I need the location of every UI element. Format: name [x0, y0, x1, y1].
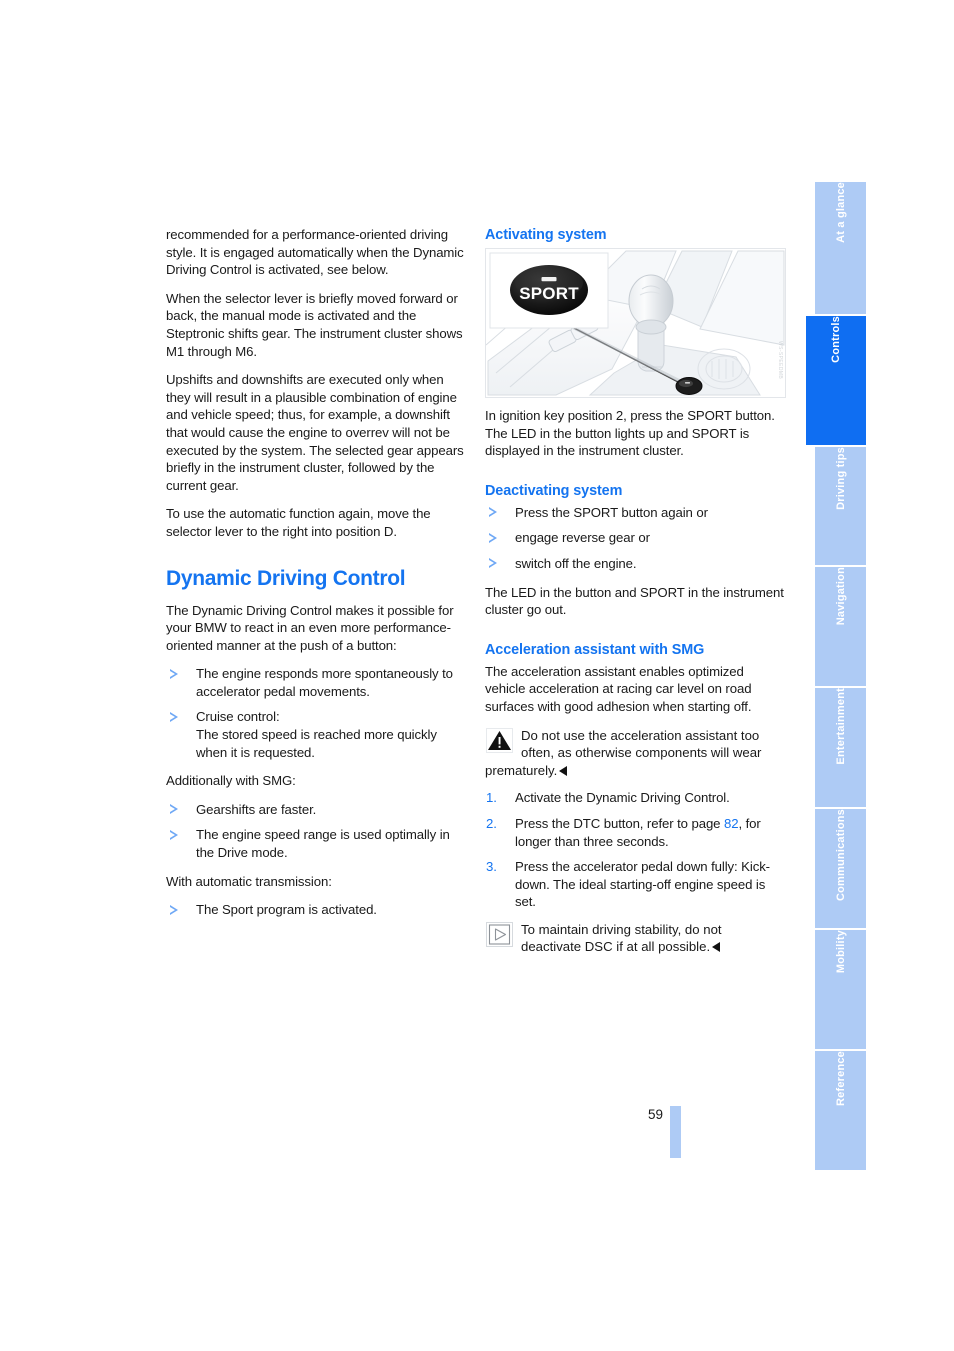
- bullet-list-smg: Gearshifts are faster. The engine speed …: [166, 801, 466, 862]
- page-footer: 59: [648, 1106, 682, 1158]
- list-item: The engine speed range is used optimally…: [166, 826, 466, 861]
- list-item-text: Gearshifts are faster.: [196, 801, 317, 817]
- figure-code: WS-SPEEDMB: [777, 340, 783, 379]
- list-item: Press the SPORT button again or: [485, 504, 785, 522]
- note-text-value: To maintain driving stability, do not de…: [521, 921, 722, 955]
- step-text: Activate the Dynamic Driving Control.: [515, 790, 730, 806]
- note-text: To maintain driving stability, do not de…: [521, 921, 785, 956]
- list-item-text: The engine responds more spontaneously t…: [196, 666, 453, 699]
- manual-page: recommended for a performance-oriented d…: [0, 0, 954, 1351]
- page-number: 59: [648, 1107, 664, 1122]
- page-reference-link[interactable]: 82: [724, 816, 739, 831]
- paragraph-upshifts: Upshifts and downshifts are executed onl…: [166, 372, 464, 493]
- list-item: The engine responds more spontaneously t…: [166, 665, 466, 700]
- triangle-bullet-icon: [170, 804, 178, 815]
- triangle-bullet-icon: [170, 711, 178, 722]
- heading-deactivating-system: Deactivating system: [485, 482, 623, 499]
- list-item: Activate the Dynamic Driving Control.: [485, 789, 785, 807]
- paragraph-deactivating-closing: The LED in the button and SPORT in the i…: [485, 584, 784, 618]
- tab-label: Reference: [834, 1051, 847, 1106]
- sidebar-tab-controls[interactable]: Controls: [806, 316, 866, 447]
- list-item-text: engage reverse gear or: [515, 530, 650, 546]
- paragraph-activate-step1: In ignition key position 2, press the SP…: [485, 408, 775, 423]
- triangle-bullet-icon: [489, 532, 497, 543]
- list-item: switch off the engine.: [485, 555, 785, 573]
- note-callout: To maintain driving stability, do not de…: [485, 921, 785, 956]
- sidebar-tab-entertainment[interactable]: Entertainment: [815, 688, 866, 809]
- warning-tail-text: prematurely.: [485, 762, 558, 778]
- list-item-text: switch off the engine.: [515, 555, 637, 571]
- list-item: The Sport program is activated.: [166, 901, 466, 919]
- sport-button-callout: SPORT: [489, 252, 609, 329]
- page-title: Dynamic Driving Control: [166, 566, 406, 590]
- step-text: Press the accelerator pedal down fully: …: [515, 859, 770, 910]
- list-item: Press the DTC button, refer to page 82, …: [485, 815, 785, 850]
- sidebar-tab-reference[interactable]: Reference: [815, 1051, 866, 1170]
- sidebar-tab-communications[interactable]: Communications: [815, 809, 866, 930]
- triangle-bullet-icon: [489, 507, 497, 518]
- paragraph-acceleration-intro: The acceleration assistant enables optim…: [485, 663, 752, 714]
- end-marker-icon: [712, 942, 721, 953]
- paragraph-continuation: recommended for a performance-oriented d…: [166, 227, 464, 278]
- chapter-index-tabs: At a glance Controls Driving tips Naviga…: [806, 182, 866, 1170]
- console-illustration: SPORT: [486, 249, 785, 397]
- warning-tail: prematurely.: [485, 762, 785, 780]
- sidebar-tab-driving-tips[interactable]: Driving tips: [815, 447, 866, 567]
- paragraph-auto-lead: With automatic transmission:: [166, 873, 332, 889]
- bullet-list-main: The engine responds more spontaneously t…: [166, 665, 466, 761]
- heading-activating-system: Activating system: [485, 227, 607, 243]
- sidebar-tab-mobility[interactable]: Mobility: [815, 930, 866, 1051]
- list-item: engage reverse gear or: [485, 529, 785, 547]
- paragraph-automatic-function: To use the automatic function again, mov…: [166, 506, 431, 539]
- warning-text: Do not use the acceleration assistant to…: [521, 727, 762, 761]
- list-item-text: The Sport program is activated.: [196, 902, 377, 918]
- sport-button-label: SPORT: [519, 284, 579, 303]
- figure-sport-button-console: SPORT WS-SPEEDMB: [485, 248, 786, 398]
- tab-label: Communications: [834, 809, 847, 902]
- sidebar-tab-at-a-glance[interactable]: At a glance: [815, 182, 866, 316]
- list-item-text: The engine speed range is used optimally…: [196, 827, 450, 861]
- list-item-text: Cruise control: The stored speed is reac…: [196, 709, 437, 760]
- paragraph-ddc-intro: The Dynamic Driving Control makes it pos…: [166, 602, 454, 653]
- list-item: Cruise control: The stored speed is reac…: [166, 708, 466, 761]
- right-column: Activating system SPORT WS-SPEEDMB In ig…: [485, 226, 786, 966]
- end-marker-icon: [559, 765, 568, 776]
- paragraph-smg-lead: Additionally with SMG:: [166, 773, 296, 789]
- list-item: Gearshifts are faster.: [166, 801, 466, 819]
- triangle-bullet-icon: [170, 829, 178, 840]
- list-item: Press the accelerator pedal down fully: …: [485, 858, 785, 911]
- paragraph-activate-step2: The LED in the button lights up and SPOR…: [485, 425, 750, 459]
- tab-label: Driving tips: [834, 447, 847, 510]
- page-number-bar: [670, 1106, 682, 1158]
- sidebar-tab-navigation[interactable]: Navigation: [815, 567, 866, 688]
- warning-triangle-icon: [486, 727, 513, 753]
- left-column: recommended for a performance-oriented d…: [166, 226, 466, 930]
- paragraph-selector-lever: When the selector lever is briefly moved…: [166, 290, 463, 359]
- warning-callout: Do not use the acceleration assistant to…: [485, 727, 785, 780]
- bullet-list-deactivating: Press the SPORT button again or engage r…: [485, 504, 785, 573]
- tab-label: At a glance: [834, 182, 847, 243]
- tab-label: Controls: [830, 316, 842, 363]
- triangle-bullet-icon: [170, 668, 178, 679]
- tab-label: Entertainment: [834, 688, 847, 765]
- heading-acceleration-assistant: Acceleration assistant with SMG: [485, 641, 705, 658]
- tab-label: Mobility: [834, 930, 847, 974]
- step-text-pre: Press the DTC button, refer to page: [515, 815, 724, 831]
- bullet-list-auto: The Sport program is activated.: [166, 901, 466, 919]
- list-item-text: Press the SPORT button again or: [515, 504, 708, 520]
- numbered-steps: Activate the Dynamic Driving Control. Pr…: [485, 789, 785, 911]
- triangle-bullet-icon: [489, 558, 497, 569]
- note-play-triangle-icon: [486, 921, 513, 947]
- triangle-bullet-icon: [170, 904, 178, 915]
- tab-label: Navigation: [834, 567, 847, 626]
